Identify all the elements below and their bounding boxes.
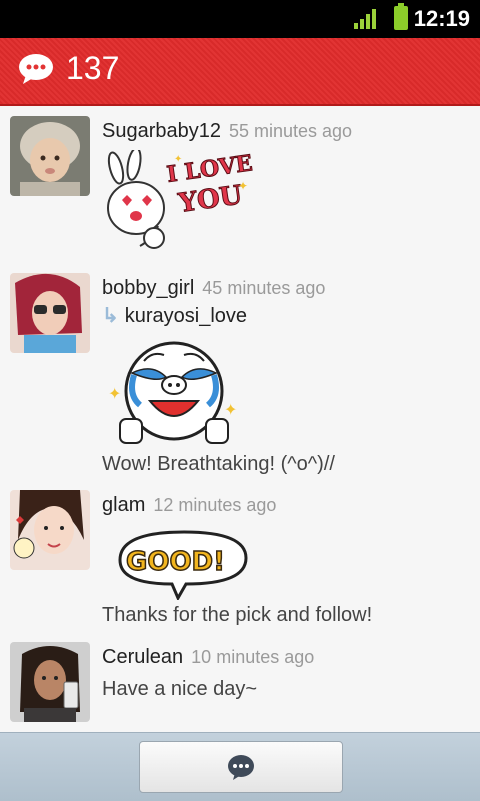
post-timestamp: 12 minutes ago xyxy=(153,495,277,515)
status-time: 12:19 xyxy=(413,6,470,31)
svg-text:✦: ✦ xyxy=(174,154,182,165)
chat-bubble-icon xyxy=(228,755,254,780)
reply-to: ↳ kurayosi_love xyxy=(102,303,247,328)
svg-text:✦: ✦ xyxy=(238,179,248,193)
svg-text:✦: ✦ xyxy=(224,400,237,419)
reply-arrow-icon: ↳ xyxy=(102,305,119,327)
post-text: Wow! Breathtaking! (^o^)// xyxy=(102,453,335,475)
avatar[interactable] xyxy=(10,642,90,722)
post-text: Have a nice day~ xyxy=(102,678,258,700)
reply-to-username[interactable]: kurayosi_love xyxy=(125,305,247,327)
good-sticker: GOOD! xyxy=(108,528,248,602)
sticker-text: GOOD! xyxy=(126,547,225,577)
list-item[interactable]: Cerulean 10 minutes ago Have a nice day~ xyxy=(0,632,480,732)
love-sticker: I LOVE YOU ✦ ✦ xyxy=(104,147,255,258)
avatar[interactable] xyxy=(10,273,90,353)
list-item[interactable]: glam 12 minutes ago GOOD! Thanks for the … xyxy=(0,480,480,633)
username[interactable]: Cerulean xyxy=(102,646,183,668)
compose-comment-button[interactable] xyxy=(139,741,343,793)
post-text: Thanks for the pick and follow! xyxy=(102,604,373,626)
signal-icon xyxy=(354,9,378,29)
bottom-bar xyxy=(0,732,480,801)
avatar[interactable] xyxy=(10,116,90,196)
avatar[interactable] xyxy=(10,490,90,570)
status-bar: 12:19 xyxy=(0,0,480,38)
crying-thumbs-up-sticker: ✦ ✦ xyxy=(104,339,244,453)
post-timestamp: 55 minutes ago xyxy=(228,121,353,141)
post-timestamp: 10 minutes ago xyxy=(191,647,315,667)
speech-bubble-icon xyxy=(19,54,53,84)
comment-feed[interactable]: Sugarbaby12 55 minutes ago I LOVE YOU ✦ ✦ xyxy=(0,106,480,732)
list-item[interactable]: Sugarbaby12 55 minutes ago I LOVE YOU ✦ ✦ xyxy=(0,106,480,264)
post-timestamp: 45 minutes ago xyxy=(202,278,326,298)
username[interactable]: glam xyxy=(102,494,145,516)
username[interactable]: bobby_girl xyxy=(102,277,194,299)
app-header: 137 xyxy=(0,38,480,106)
list-item[interactable]: bobby_girl 45 minutes ago ↳ kurayosi_love … xyxy=(0,263,480,481)
svg-text:✦: ✦ xyxy=(108,384,121,403)
battery-icon xyxy=(394,3,408,30)
username[interactable]: Sugarbaby12 xyxy=(102,120,221,142)
notification-count: 137 xyxy=(66,50,120,86)
sticker-text-line2: YOU xyxy=(176,180,245,219)
